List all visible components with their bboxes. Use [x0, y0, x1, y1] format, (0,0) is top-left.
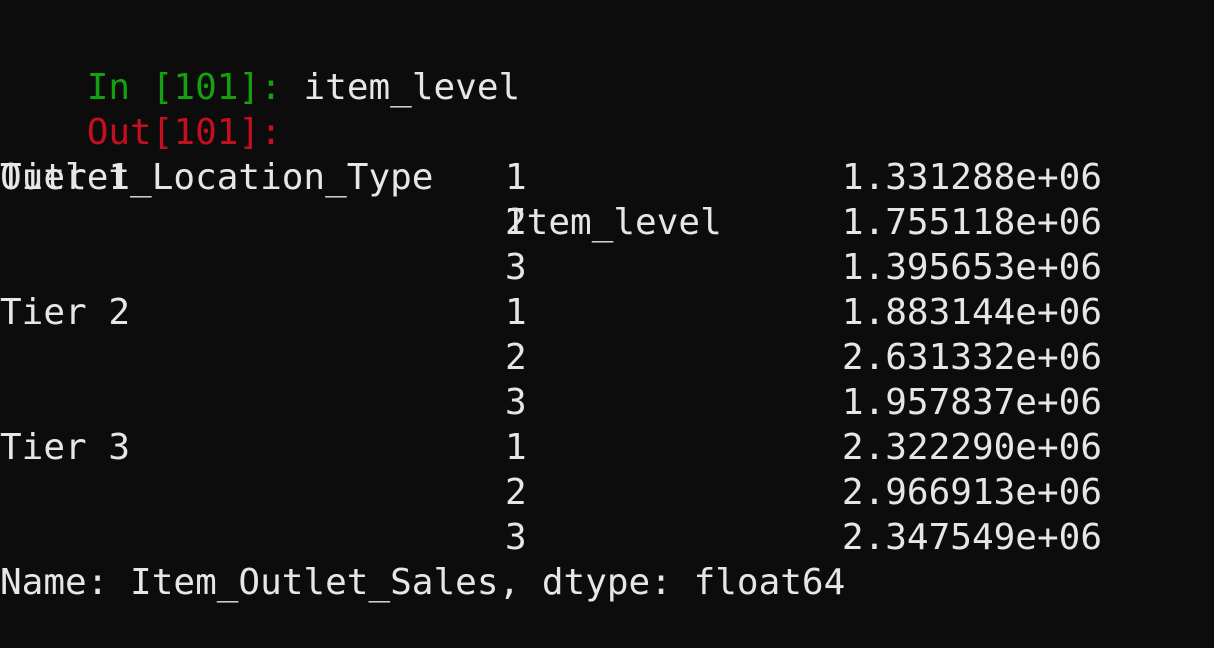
- output-prompt-line: Out[101]:: [0, 65, 282, 153]
- row-level: 3: [505, 247, 527, 288]
- row-value: 2.631332e+06: [841, 337, 1102, 378]
- series-row: 2 1.755118e+06: [0, 200, 1214, 245]
- row-tier: Tier 1: [0, 157, 131, 198]
- row-level: 1: [505, 157, 527, 198]
- row-value: 2.966913e+06: [841, 472, 1102, 513]
- series-row: 3 2.347549e+06: [0, 515, 1214, 560]
- row-tier: Tier 2: [0, 292, 131, 333]
- row-level: 3: [505, 382, 527, 423]
- row-level: 2: [505, 472, 527, 513]
- row-level: 2: [505, 337, 527, 378]
- input-line: In [101]: item_level: [0, 20, 521, 108]
- row-value: 1.395653e+06: [841, 247, 1102, 288]
- header-row: Outlet_Location_Type Item_level: [0, 110, 1214, 243]
- row-level: 1: [505, 292, 527, 333]
- row-level: 2: [505, 202, 527, 243]
- series-row: 3 1.957837e+06: [0, 380, 1214, 425]
- row-value: 1.957837e+06: [841, 382, 1102, 423]
- row-value: 1.331288e+06: [841, 157, 1102, 198]
- series-row: Tier 3 1 2.322290e+06: [0, 425, 1214, 470]
- row-value: 1.883144e+06: [841, 292, 1102, 333]
- series-footer: Name: Item_Outlet_Sales, dtype: float64: [0, 562, 846, 603]
- series-row: 2 2.966913e+06: [0, 470, 1214, 515]
- row-tier: Tier 3: [0, 427, 131, 468]
- series-row: 2 2.631332e+06: [0, 335, 1214, 380]
- terminal-window: In [101]: item_level Out[101]: Outlet_Lo…: [0, 0, 1214, 648]
- row-level: 3: [505, 517, 527, 558]
- input-code[interactable]: item_level: [303, 67, 520, 108]
- row-value: 1.755118e+06: [841, 202, 1102, 243]
- row-value: 2.347549e+06: [841, 517, 1102, 558]
- row-value: 2.322290e+06: [841, 427, 1102, 468]
- row-level: 1: [505, 427, 527, 468]
- series-row: Tier 2 1 1.883144e+06: [0, 290, 1214, 335]
- series-row: Tier 1 1 1.331288e+06: [0, 155, 1214, 200]
- series-row: 3 1.395653e+06: [0, 245, 1214, 290]
